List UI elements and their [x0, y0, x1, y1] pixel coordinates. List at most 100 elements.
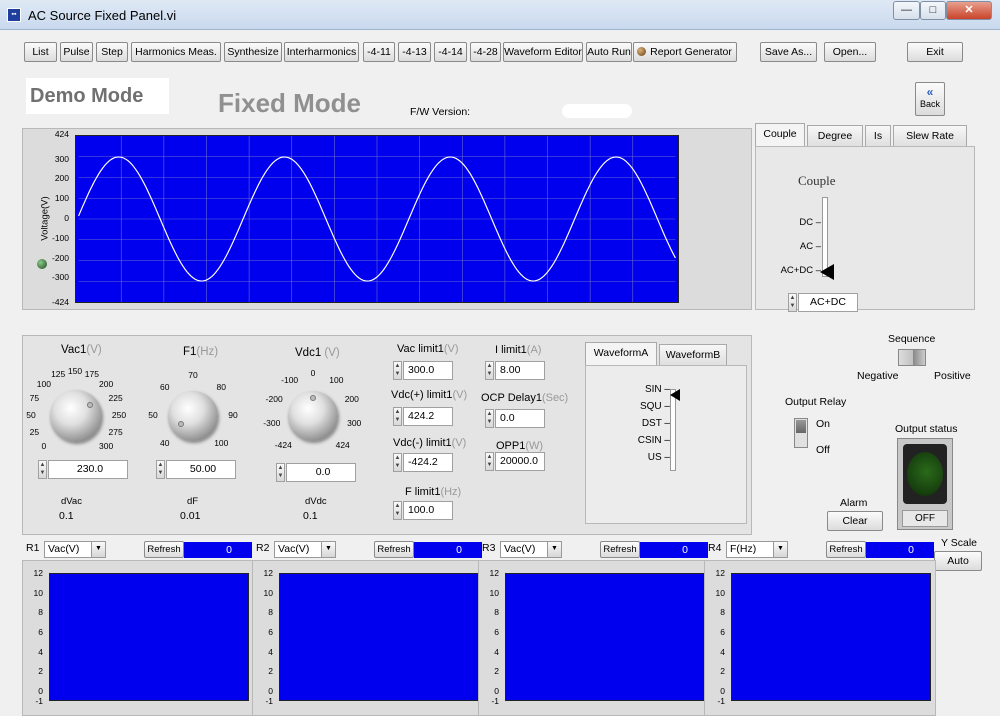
- i-limit-spinner[interactable]: ▲ ▼: [485, 361, 494, 380]
- voltage-tick-label: 424: [54, 129, 69, 139]
- waveform-option-csin[interactable]: CSIN –: [616, 435, 670, 446]
- output-relay-switch[interactable]: [794, 418, 808, 448]
- f1-value[interactable]: 50.00: [166, 460, 236, 479]
- vac1-knob[interactable]: [50, 390, 102, 442]
- toolbar-button-4-28[interactable]: -4-28: [470, 42, 501, 62]
- toolbar-button-list[interactable]: List: [24, 42, 57, 62]
- readout-r4-select[interactable]: F(Hz) ▼: [726, 541, 788, 558]
- vdc-neg-limit-spinner[interactable]: ▲ ▼: [393, 453, 402, 472]
- tab-waveformb[interactable]: WaveformB: [659, 344, 727, 366]
- minimize-button[interactable]: —: [893, 1, 920, 20]
- output-status-label: Output status: [895, 423, 958, 435]
- readout-tick-label: 2: [268, 666, 273, 677]
- waveform-option-label: SQU: [639, 401, 662, 412]
- vdc1-spinner[interactable]: ▲ ▼: [276, 463, 285, 482]
- readout-tick-label: 0: [38, 686, 43, 697]
- couple-tab-page: Couple DC – AC – AC+DC – ▲ ▼ AC+DC: [755, 146, 975, 312]
- readout-r2-refresh-button[interactable]: Refresh: [374, 541, 414, 558]
- vac-limit-spinner[interactable]: ▲ ▼: [393, 361, 402, 380]
- opp-spinner[interactable]: ▲ ▼: [485, 452, 494, 471]
- alarm-clear-button[interactable]: Clear: [827, 511, 883, 531]
- readout-r1-plot[interactable]: [49, 573, 249, 701]
- vac1-tick: 100: [36, 378, 51, 389]
- voltage-axis-ticks: 424 300 200 100 0 -100 -200 -300 -424: [47, 129, 73, 309]
- vdc1-tick: -300: [263, 418, 281, 429]
- output-relay-on-label: On: [816, 418, 831, 430]
- waveform-option-squ[interactable]: SQU –: [616, 401, 670, 412]
- waveform-option-dst[interactable]: DST –: [616, 418, 670, 429]
- ocp-delay-spinner[interactable]: ▲ ▼: [485, 409, 494, 428]
- readout-r2-select[interactable]: Vac(V) ▼: [274, 541, 336, 558]
- waveform-slider-thumb[interactable]: [670, 389, 680, 401]
- readout-r4-refresh-button[interactable]: Refresh: [826, 541, 866, 558]
- toolbar-button-harmonics-meas[interactable]: Harmonics Meas.: [131, 42, 221, 62]
- i-limit-value[interactable]: 8.00: [495, 361, 545, 380]
- vdc-pos-limit-spinner[interactable]: ▲ ▼: [393, 407, 402, 426]
- readout-r4-plot[interactable]: [731, 573, 931, 701]
- vdc1-tick: -424: [274, 439, 292, 450]
- vdc1-knob[interactable]: [288, 391, 338, 441]
- output-status-indicator[interactable]: OFF: [897, 438, 953, 530]
- tab-waveforma[interactable]: WaveformA: [585, 342, 657, 366]
- save-as-button[interactable]: Save As...: [760, 42, 817, 62]
- i-limit-label-text: I limit1: [495, 344, 527, 356]
- maximize-icon: □: [929, 4, 937, 16]
- toolbar-button-waveform-editor[interactable]: Waveform Editor: [503, 42, 583, 62]
- toolbar-button-4-13[interactable]: -4-13: [398, 42, 431, 62]
- close-button[interactable]: ✕: [946, 1, 992, 20]
- f1-spinner[interactable]: ▲ ▼: [156, 460, 165, 479]
- ocp-delay-value[interactable]: 0.0: [495, 409, 545, 428]
- toolbar-button-step[interactable]: Step: [96, 42, 128, 62]
- readout-r3-select[interactable]: Vac(V) ▼: [500, 541, 562, 558]
- toolbar-button-pulse[interactable]: Pulse: [60, 42, 93, 62]
- output-relay-label: Output Relay: [785, 396, 847, 408]
- toolbar-button-4-11[interactable]: -4-11: [363, 42, 395, 62]
- waveform-option-us[interactable]: US –: [616, 452, 670, 463]
- opp-value[interactable]: 20000.0: [495, 452, 545, 471]
- vac1-value[interactable]: 230.0: [48, 460, 128, 479]
- maximize-button[interactable]: □: [920, 1, 946, 20]
- open-button[interactable]: Open...: [824, 42, 876, 62]
- voltage-waveform-plot[interactable]: [75, 135, 679, 303]
- readout-r1-refresh-button[interactable]: Refresh: [144, 541, 184, 558]
- readout-r3-refresh-button[interactable]: Refresh: [600, 541, 640, 558]
- back-label: Back: [919, 99, 940, 109]
- tab-slew-rate[interactable]: Slew Rate: [893, 125, 967, 147]
- readout-tick-label: 6: [720, 627, 725, 638]
- readout-tick-label: 2: [720, 666, 725, 677]
- toolbar-button-interharmonics[interactable]: Interharmonics: [284, 42, 359, 62]
- toolbar-button-synthesize[interactable]: Synthesize: [224, 42, 282, 62]
- vac1-tick: 275: [108, 426, 123, 437]
- vac1-tick: 250: [111, 410, 127, 420]
- sequence-switch[interactable]: [898, 349, 926, 366]
- f-limit-spinner[interactable]: ▲ ▼: [393, 501, 402, 520]
- couple-spinner[interactable]: ▲ ▼: [788, 293, 797, 312]
- vdc1-value[interactable]: 0.0: [286, 463, 356, 482]
- readout-r3-plot[interactable]: [505, 573, 705, 701]
- toolbar-button-auto-run[interactable]: Auto Run: [586, 42, 632, 62]
- f-limit-unit: (Hz): [440, 486, 462, 498]
- exit-button[interactable]: Exit: [907, 42, 963, 62]
- report-generator-button[interactable]: Report Generator: [633, 42, 737, 62]
- toolbar-button-4-14[interactable]: -4-14: [434, 42, 467, 62]
- waveform-option-label: DST: [641, 418, 662, 429]
- vdc-neg-limit-value[interactable]: -424.2: [403, 453, 453, 472]
- readout-r2-plot[interactable]: [279, 573, 479, 701]
- couple-tab-control: Couple Degree Is Slew Rate Couple DC – AC – A…: [755, 123, 975, 312]
- tab-is[interactable]: Is: [865, 125, 891, 147]
- readout-tick-label: 4: [268, 646, 273, 657]
- tab-couple[interactable]: Couple: [755, 123, 805, 147]
- readout-r1-select[interactable]: Vac(V) ▼: [44, 541, 106, 558]
- vdc-pos-limit-value[interactable]: 424.2: [403, 407, 453, 426]
- f-limit-value[interactable]: 100.0: [403, 501, 453, 520]
- couple-slider-thumb[interactable]: [820, 264, 834, 280]
- vdc-pos-limit-label: Vdc(+) limit1(V): [391, 389, 467, 401]
- opp-label-text: OPP1: [496, 440, 526, 452]
- couple-value[interactable]: AC+DC: [798, 293, 858, 312]
- vac-limit-value[interactable]: 300.0: [403, 361, 453, 380]
- back-button[interactable]: « Back: [915, 82, 945, 116]
- waveform-option-sin[interactable]: SIN –: [616, 384, 670, 395]
- f1-knob[interactable]: [168, 391, 218, 441]
- vac1-spinner[interactable]: ▲ ▼: [38, 460, 47, 479]
- tab-degree[interactable]: Degree: [807, 125, 863, 147]
